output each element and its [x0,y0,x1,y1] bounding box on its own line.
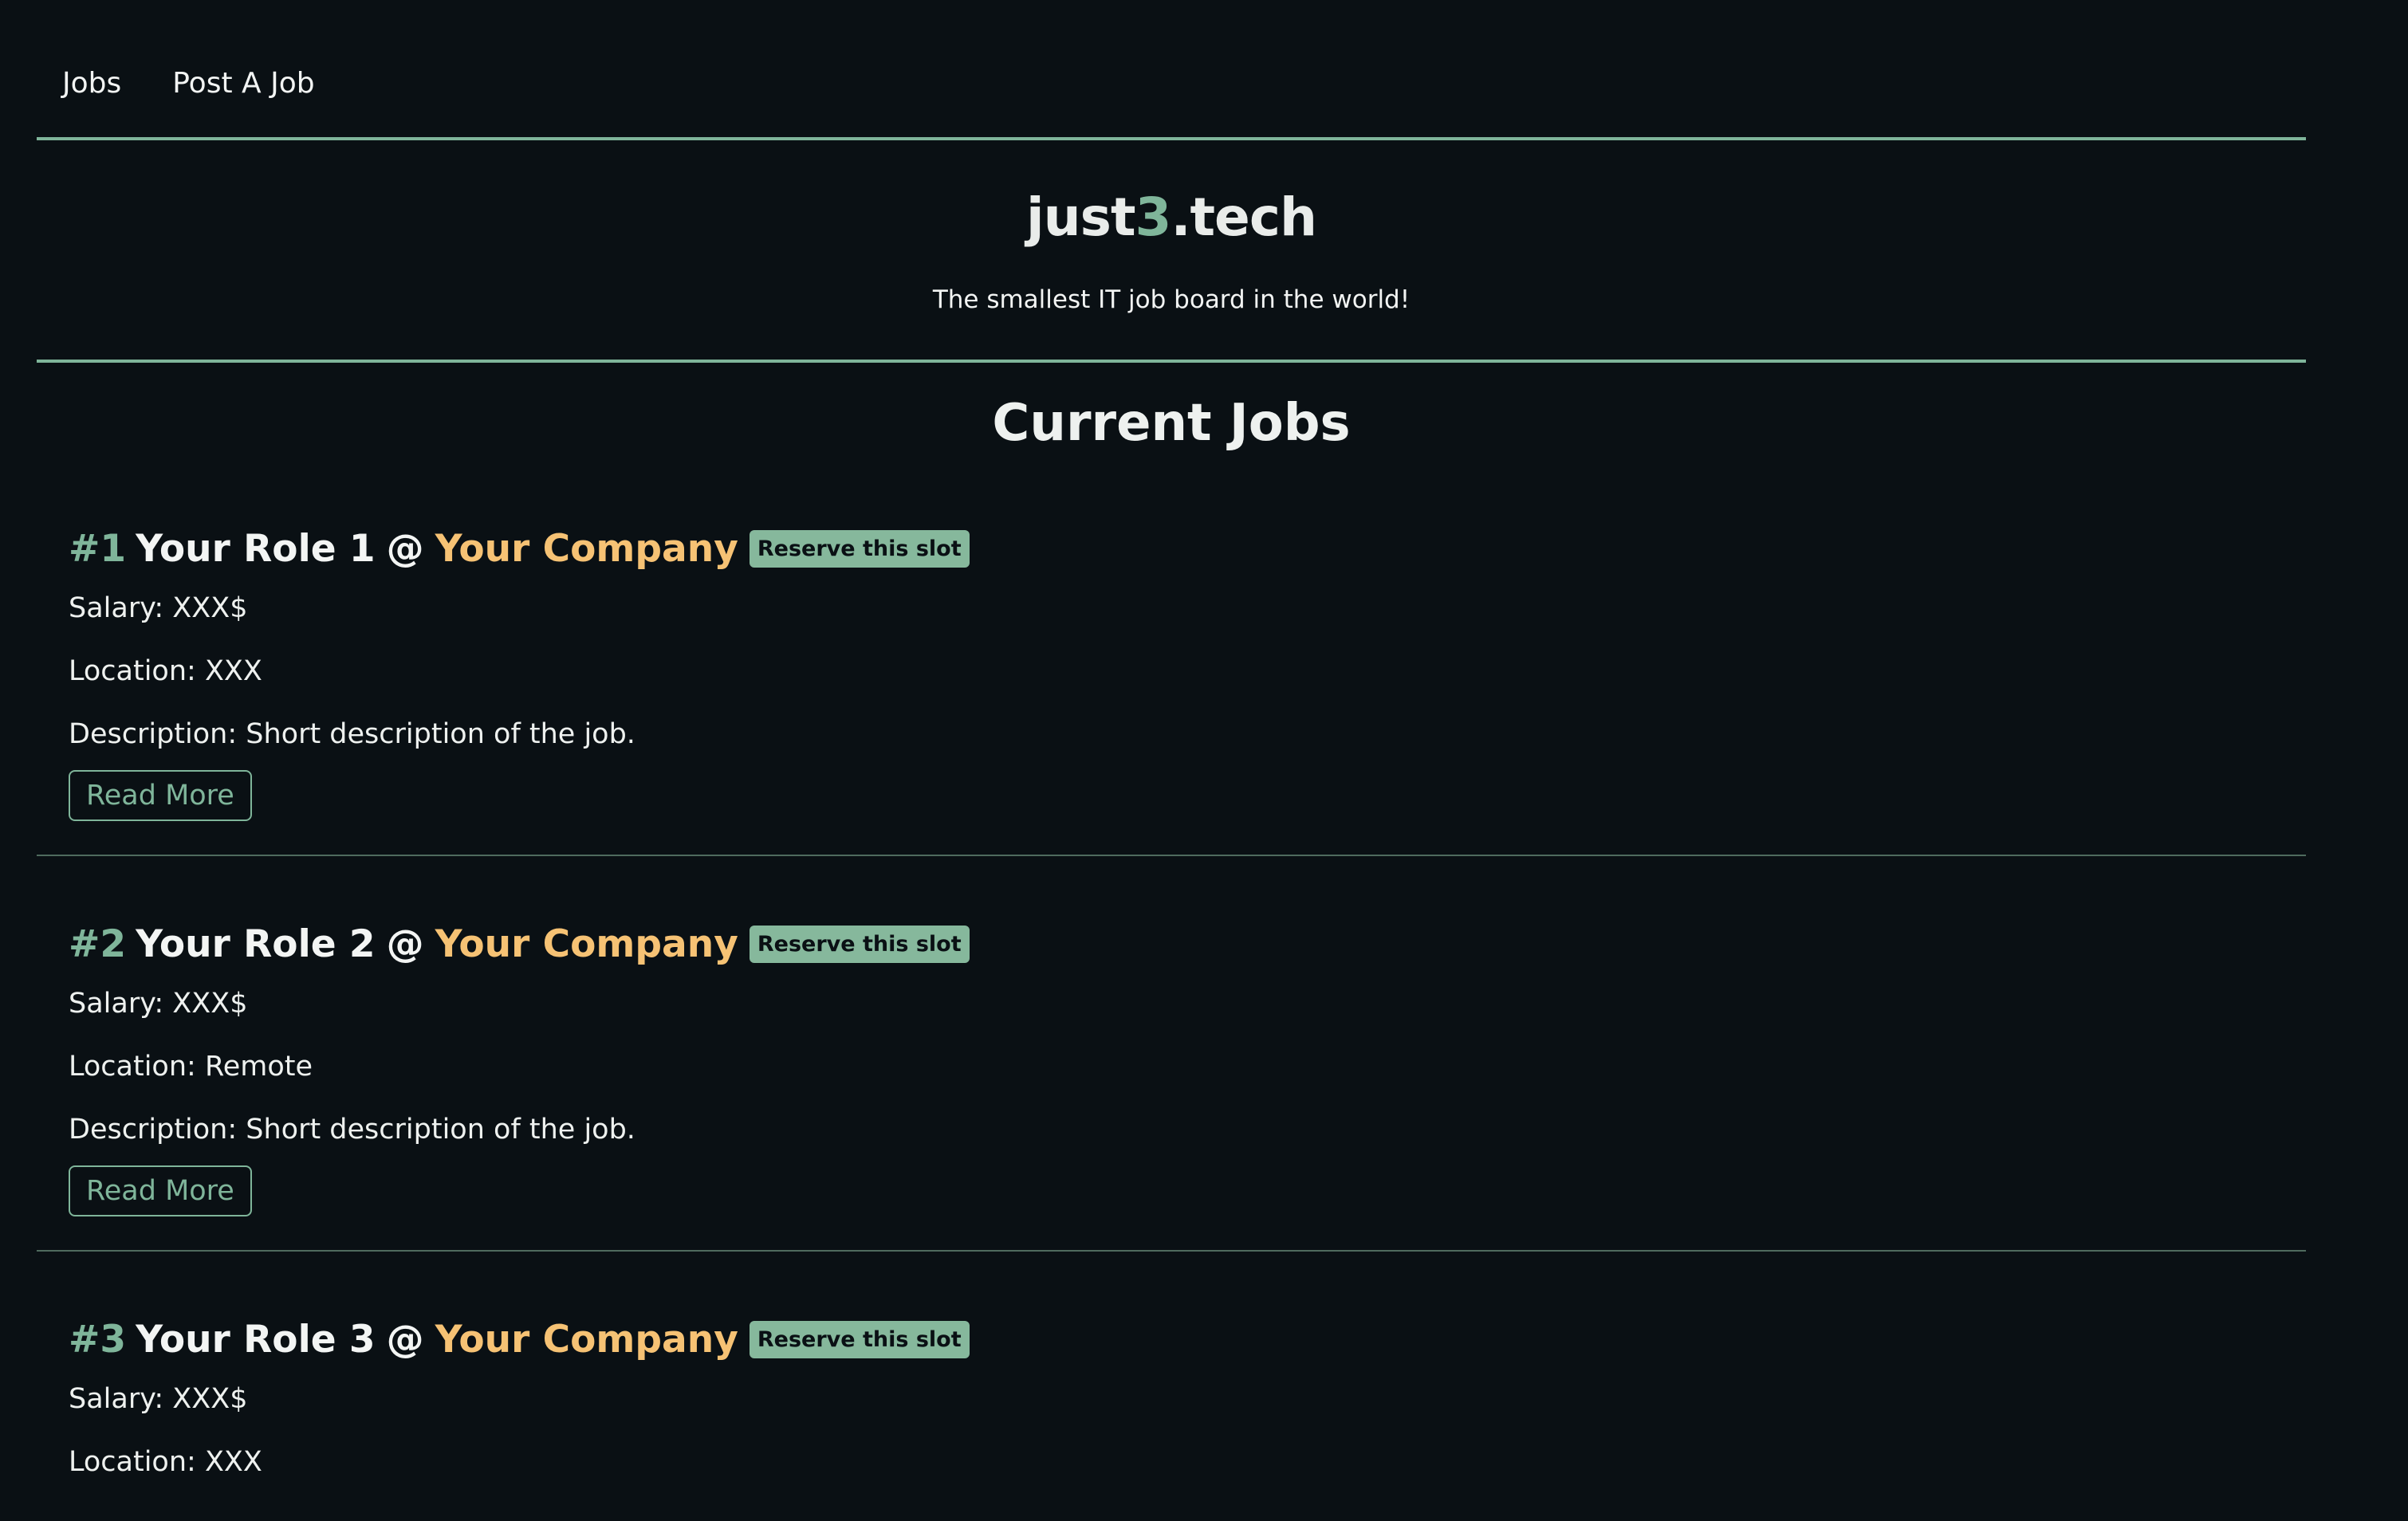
job-number: #2 [69,922,127,966]
page-title: Current Jobs [992,394,1351,453]
job-role: Your Role 2 [136,922,376,966]
logo-suffix: .tech [1171,187,1316,248]
job-role: Your Role 3 [136,1317,376,1362]
header-bottom-divider [37,360,2306,363]
job-title: #1 Your Role 1 @ Your Company Reserve th… [69,520,970,577]
reserve-slot-badge[interactable]: Reserve this slot [749,1320,970,1358]
job-company: Your Company [435,1317,738,1362]
reserve-slot-badge[interactable]: Reserve this slot [749,529,970,568]
job-salary: Salary: XXX$ [69,592,248,624]
site-logo: just3.tech [37,187,2306,248]
at-sign: @ [386,526,424,571]
at-sign: @ [386,1317,424,1362]
job-location: Location: XXX [69,655,262,687]
at-sign: @ [386,922,424,966]
site-tagline: The smallest IT job board in the world! [932,285,1411,314]
job-role: Your Role 1 [136,526,376,571]
job-card: #1 Your Role 1 @ Your Company Reserve th… [69,520,970,821]
job-company: Your Company [435,922,738,966]
job-salary: Salary: XXX$ [69,988,248,1020]
job-number: #1 [69,526,127,571]
job-title: #3 Your Role 3 @ Your Company Reserve th… [69,1311,970,1368]
job-divider [37,1250,2306,1252]
job-location: Location: Remote [69,1051,313,1083]
logo-prefix: just [1026,187,1135,248]
read-more-button[interactable]: Read More [69,770,252,821]
top-nav: Jobs Post A Job [62,61,315,105]
job-company: Your Company [435,526,738,571]
read-more-button[interactable]: Read More [69,1165,252,1216]
header-top-divider [37,137,2306,140]
job-card: #3 Your Role 3 @ Your Company Reserve th… [69,1311,970,1494]
nav-jobs-link[interactable]: Jobs [62,67,121,100]
nav-post-job-link[interactable]: Post A Job [172,67,314,100]
job-description: Description: Short description of the jo… [69,718,635,750]
job-salary: Salary: XXX$ [69,1383,248,1415]
job-number: #3 [69,1317,127,1362]
job-card: #2 Your Role 2 @ Your Company Reserve th… [69,915,970,1216]
reserve-slot-badge[interactable]: Reserve this slot [749,925,970,963]
job-location: Location: XXX [69,1446,262,1478]
job-description: Description: Short description of the jo… [69,1114,635,1146]
logo-accent: 3 [1135,187,1172,248]
job-divider [37,855,2306,856]
job-title: #2 Your Role 2 @ Your Company Reserve th… [69,915,970,973]
